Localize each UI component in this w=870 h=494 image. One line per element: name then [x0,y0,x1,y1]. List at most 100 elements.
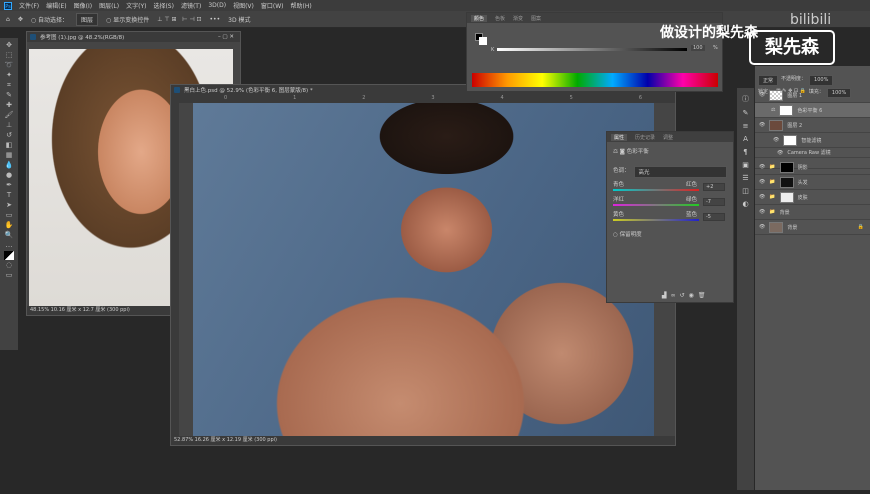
menu-3d[interactable]: 3D(D) [208,2,226,9]
brush-tool[interactable]: 🖌 [4,111,14,120]
paths-icon[interactable]: ◐ [742,200,748,208]
screen-mode[interactable]: ▭ [4,271,14,280]
document-title-bar[interactable]: 参考图 (1).jpg @ 48.2%(RGB/8) – ▢ ✕ [27,32,240,42]
path-select-tool[interactable]: ➤ [4,201,14,210]
menu-filter[interactable]: 滤镜(T) [181,1,201,10]
home-icon[interactable]: ⌂ [6,16,10,23]
more-tools[interactable]: … [4,241,14,250]
ps-file-icon [174,87,180,93]
smart-filters-row[interactable]: 👁 智能滤镜 [755,133,870,148]
lasso-tool[interactable]: ➰ [4,61,14,70]
show-transform-checkbox[interactable]: ○ 显示变换控件 [106,15,149,24]
character-icon[interactable]: A [743,135,748,143]
group-row[interactable]: 👁 📁 皮肤 [755,190,870,205]
info-icon[interactable]: ⓘ [742,94,749,104]
tab-history[interactable]: 历史记录 [635,134,655,141]
quick-mask[interactable]: ◌ [4,261,14,270]
align-icons[interactable]: ⊥ ⊤ ⊞ ⊢ ⊣ ⊡ [157,16,201,23]
target-select[interactable]: 图层 [76,12,99,26]
libraries-icon[interactable]: ▣ [742,161,749,169]
layer-name: 背景 [787,224,798,231]
blur-tool[interactable]: 💧 [4,161,14,170]
cyan-red-slider[interactable] [613,189,699,191]
eyedropper-tool[interactable]: ✎ [4,91,14,100]
adjust-icon[interactable]: ≡ [743,122,749,130]
history-brush-tool[interactable]: ↺ [4,131,14,140]
window-controls[interactable]: – ▢ ✕ [218,34,234,40]
k-value-input[interactable]: 100 [691,45,705,51]
canvas-photo[interactable] [193,103,654,437]
yellow-blue-value[interactable]: -5 [703,213,725,221]
eye-icon[interactable]: 👁 [759,224,765,230]
layer-row[interactable]: 👁 图层 2 [755,118,870,133]
move-tool[interactable]: ✥ [4,41,14,50]
eye-icon[interactable]: 👁 [759,92,765,98]
paragraph-icon[interactable]: ¶ [743,148,747,156]
eye-icon[interactable]: 👁 [773,137,779,143]
layer-row-selected[interactable]: ⚖ 色彩平衡 6 [755,103,870,118]
eye-icon[interactable]: 👁 [759,164,765,170]
menu-type[interactable]: 文字(Y) [126,1,146,10]
eye-icon[interactable]: 👁 [777,150,783,156]
tab-adjustments[interactable]: 调整 [663,134,673,141]
brush-settings-icon[interactable]: ✎ [743,109,749,117]
eye-icon[interactable]: 👁 [759,179,765,185]
move-tool-icon[interactable]: ✥ [18,16,23,23]
menu-select[interactable]: 选择(S) [153,1,174,10]
background-layer-row[interactable]: 👁 背景 🔒 [755,220,870,235]
background-color-swatch[interactable] [479,37,487,45]
zoom-tool[interactable]: 🔍 [4,231,14,240]
magenta-green-value[interactable]: -7 [703,198,725,206]
magic-wand-tool[interactable]: ✦ [4,71,14,80]
menu-view[interactable]: 视图(V) [233,1,254,10]
layer-row[interactable]: 👁 图层 1 [755,88,870,103]
dodge-tool[interactable]: ● [4,171,14,180]
group-row[interactable]: 👁 📁 头发 [755,175,870,190]
group-row[interactable]: 👁 📁 阴影 [755,160,870,175]
cyan-red-value[interactable]: +2 [703,183,725,191]
pen-tool[interactable]: ✒ [4,181,14,190]
marquee-tool[interactable]: ⬚ [4,51,14,60]
menu-edit[interactable]: 编辑(E) [46,1,66,10]
3d-mode-label[interactable]: 3D 模式 [228,15,250,24]
filter-row[interactable]: 👁 Camera Raw 滤镜 [755,148,870,158]
menu-help[interactable]: 帮助(H) [291,1,312,10]
group-row[interactable]: 👁 📁 背景 [755,205,870,220]
menu-window[interactable]: 窗口(W) [261,1,284,10]
eraser-tool[interactable]: ◧ [4,141,14,150]
crop-tool[interactable]: ⌗ [4,81,14,90]
color-spectrum[interactable] [472,73,718,87]
shape-tool[interactable]: ▭ [4,211,14,220]
eye-icon[interactable]: 👁 [759,209,765,215]
properties-title: 色彩平衡 [626,149,649,155]
yellow-blue-slider[interactable] [613,219,699,221]
menu-file[interactable]: 文件(F) [19,1,39,10]
tab-properties[interactable]: 属性 [611,133,628,141]
tab-gradients[interactable]: 渐变 [513,15,523,22]
auto-select-checkbox[interactable]: ○ 自动选择： [31,15,68,24]
eye-icon[interactable]: 👁 [759,122,765,128]
magenta-green-slider[interactable] [613,204,699,206]
properties-footer-icons[interactable]: ▟∞↺◉🗑 [662,292,710,299]
layers-icon[interactable]: ☰ [742,174,748,182]
opacity-input[interactable]: 100% [809,75,834,86]
main-document-window[interactable]: 黑白上色.psd @ 52.9% (色彩平衡 6, 图层蒙版/8) * 0 1 2 3… [170,84,676,446]
tab-patterns[interactable]: 图案 [531,15,541,22]
stamp-tool[interactable]: ⊥ [4,121,14,130]
menu-layer[interactable]: 图层(L) [99,1,119,10]
more-icon[interactable]: ••• [210,16,221,23]
gradient-tool[interactable]: ▦ [4,151,14,160]
menu-image[interactable]: 图像(I) [74,1,92,10]
eye-icon[interactable]: 👁 [759,194,765,200]
color-swatches[interactable] [4,251,14,260]
preserve-luminosity-checkbox[interactable]: ○ 保留明度 [613,230,727,238]
tab-color[interactable]: 颜色 [471,14,488,22]
hand-tool[interactable]: ✋ [4,221,14,230]
k-slider[interactable] [497,48,687,51]
tab-swatches[interactable]: 色板 [495,15,505,22]
blend-mode-select[interactable]: 正常 [758,75,779,86]
healing-tool[interactable]: ✚ [4,101,14,110]
type-tool[interactable]: T [4,191,14,200]
tone-select[interactable]: 高光 [633,166,727,178]
channels-icon[interactable]: ◫ [742,187,749,195]
